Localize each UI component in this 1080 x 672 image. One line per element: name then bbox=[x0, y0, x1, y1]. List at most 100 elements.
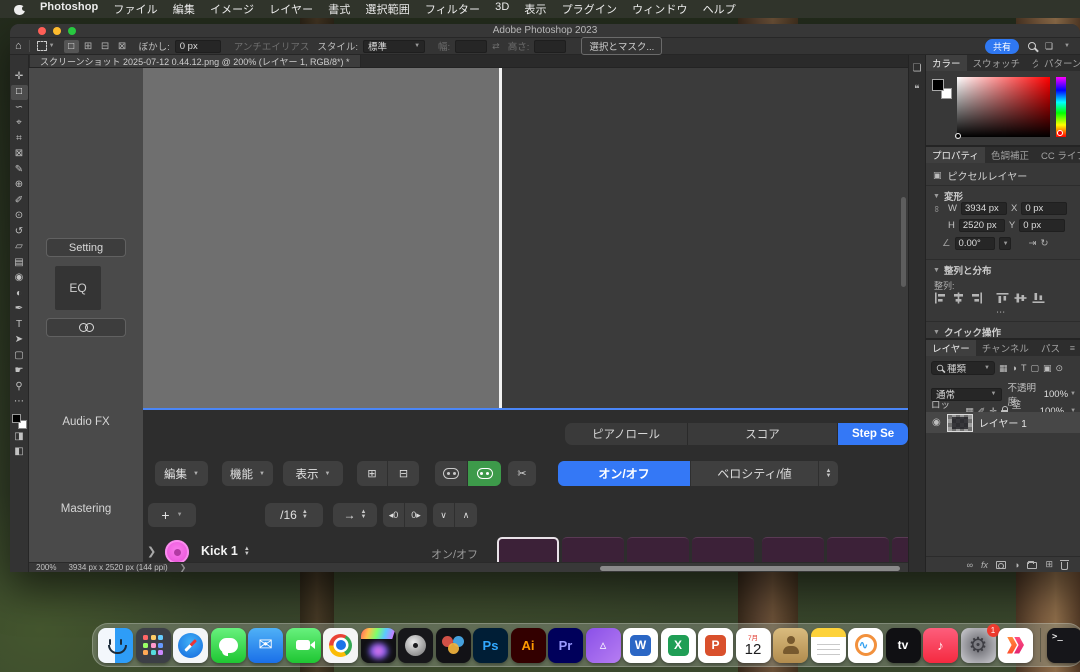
crop-tool[interactable]: ⌗ bbox=[11, 131, 28, 147]
foreground-background-colors[interactable] bbox=[12, 414, 27, 429]
dock-playgrounds[interactable] bbox=[848, 628, 883, 663]
height-value[interactable]: 2520 px bbox=[959, 219, 1005, 232]
step-cell-7[interactable] bbox=[892, 537, 908, 562]
dock-affinity-photo[interactable]: ▵ bbox=[586, 628, 621, 663]
step-cell-5[interactable] bbox=[762, 537, 824, 562]
dock-photoshop[interactable]: Ps bbox=[473, 628, 508, 663]
angle-dropdown[interactable]: ▼ bbox=[999, 237, 1011, 250]
dock-finder[interactable] bbox=[98, 628, 133, 663]
dock-word[interactable]: W bbox=[623, 628, 658, 663]
width-input[interactable] bbox=[455, 40, 487, 53]
dock-facetime[interactable] bbox=[286, 628, 321, 663]
eyedropper-tool[interactable]: ✎ bbox=[11, 162, 28, 178]
apple-menu-icon[interactable] bbox=[14, 3, 25, 15]
collapsed-panel-icon[interactable]: ❏ bbox=[913, 63, 922, 74]
dodge-tool[interactable]: ◐ bbox=[11, 286, 28, 302]
dock-powerpoint[interactable]: P bbox=[698, 628, 733, 663]
shape-tool[interactable]: ▢ bbox=[11, 348, 28, 364]
new-group-icon[interactable] bbox=[1027, 562, 1037, 569]
dock-final-cut-pro[interactable] bbox=[361, 628, 396, 663]
add-mask-icon[interactable] bbox=[996, 561, 1006, 569]
width-value[interactable]: 3934 px bbox=[961, 202, 1007, 215]
tab-swatches[interactable]: スウォッチ bbox=[967, 55, 1027, 71]
move-tool[interactable]: ✛ bbox=[11, 69, 28, 85]
marquee-tool-icon[interactable] bbox=[37, 41, 47, 51]
link-layers-icon[interactable]: ∞ bbox=[967, 560, 973, 570]
quick-actions-header[interactable]: ▼クイック操作 bbox=[926, 325, 1080, 339]
align-right-icon[interactable] bbox=[970, 292, 983, 304]
adjustment-layer-icon[interactable]: ◑ bbox=[1014, 560, 1019, 570]
marquee-tool[interactable]: □ bbox=[11, 85, 28, 101]
tab-patterns[interactable]: パターン bbox=[1038, 55, 1080, 71]
color-marker[interactable] bbox=[955, 133, 961, 139]
foreground-color-swatch[interactable] bbox=[12, 414, 21, 423]
hand-tool[interactable]: ☛ bbox=[11, 364, 28, 380]
dock-contacts[interactable] bbox=[773, 628, 808, 663]
new-selection-button[interactable]: □ bbox=[64, 40, 79, 53]
menubar-item-9[interactable]: 表示 bbox=[524, 1, 546, 17]
object-selection-tool[interactable]: ⌖ bbox=[11, 116, 28, 132]
tab-adjustments[interactable]: 色調補正 bbox=[985, 147, 1035, 163]
share-button[interactable]: 共有 bbox=[985, 39, 1019, 54]
step-cell-4[interactable] bbox=[692, 537, 754, 562]
flip-icon[interactable]: ⇥ bbox=[1029, 238, 1037, 249]
dock-system-settings[interactable]: ⚙1 bbox=[961, 628, 996, 663]
filter-pixel-icon[interactable]: ▦ bbox=[999, 363, 1008, 374]
align-bottom-icon[interactable] bbox=[1032, 292, 1045, 304]
align-center-h-icon[interactable] bbox=[952, 292, 965, 304]
dock-notes[interactable] bbox=[811, 628, 846, 663]
menubar-item-2[interactable]: 編集 bbox=[173, 1, 195, 17]
rotate-icon[interactable]: ↻ bbox=[1041, 238, 1049, 249]
visibility-eye-icon[interactable]: ◉ bbox=[932, 417, 941, 428]
align-left-icon[interactable] bbox=[934, 292, 947, 304]
tab-properties[interactable]: プロパティ bbox=[926, 147, 985, 163]
dock-compressor[interactable] bbox=[398, 628, 433, 663]
saturation-brightness-field[interactable] bbox=[957, 77, 1050, 137]
dock-davinci-resolve[interactable] bbox=[436, 628, 471, 663]
filter-smart-object-icon[interactable]: ▣ bbox=[1043, 363, 1052, 374]
filter-type-icon[interactable]: T bbox=[1021, 363, 1027, 373]
pen-tool[interactable]: ✒ bbox=[11, 302, 28, 318]
align-top-icon[interactable] bbox=[996, 292, 1009, 304]
status-chevron-icon[interactable]: ❯ bbox=[180, 563, 187, 572]
menubar-item-10[interactable]: プラグイン bbox=[562, 1, 618, 17]
menubar-item-3[interactable]: イメージ bbox=[210, 1, 254, 17]
hue-slider[interactable] bbox=[1056, 77, 1066, 137]
step-cell-6[interactable] bbox=[827, 537, 889, 562]
canvas-horizontal-scrollbar[interactable] bbox=[600, 566, 900, 571]
x-value[interactable]: 0 px bbox=[1021, 202, 1067, 215]
panel-menu-icon[interactable]: ≡ bbox=[1070, 343, 1080, 353]
screen-mode-button[interactable]: ◧ bbox=[11, 445, 28, 461]
menubar-item-7[interactable]: フィルター bbox=[425, 1, 480, 17]
path-selection-tool[interactable]: ➤ bbox=[11, 333, 28, 349]
dock-chrome[interactable] bbox=[323, 628, 358, 663]
dock-terminal[interactable]: >_ bbox=[1047, 628, 1080, 663]
type-tool[interactable]: T bbox=[11, 317, 28, 333]
layer-name[interactable]: レイヤー 1 bbox=[979, 415, 1027, 430]
dock-mail[interactable]: ✉ bbox=[248, 628, 283, 663]
align-section-header[interactable]: ▼整列と分布 bbox=[926, 263, 1080, 277]
intersect-selection-button[interactable]: ⊠ bbox=[115, 40, 130, 53]
dock-apple-tv[interactable]: tv bbox=[886, 628, 921, 663]
subtract-selection-button[interactable]: ⊟ bbox=[98, 40, 113, 53]
edit-toolbar-button[interactable]: ⋯ bbox=[11, 395, 28, 411]
dock-illustrator[interactable]: Ai bbox=[511, 628, 546, 663]
filter-adjustment-icon[interactable]: ◑ bbox=[1012, 363, 1017, 373]
home-icon[interactable]: ⌂ bbox=[15, 41, 22, 52]
menubar-item-4[interactable]: レイヤー bbox=[269, 1, 313, 17]
menubar-item-6[interactable]: 選択範囲 bbox=[365, 1, 409, 17]
step-cell-3[interactable] bbox=[627, 537, 689, 562]
menubar-item-0[interactable]: Photoshop bbox=[40, 1, 98, 17]
style-dropdown[interactable]: 標準▼ bbox=[363, 40, 425, 53]
tab-channels[interactable]: チャンネル bbox=[976, 340, 1035, 356]
layer-style-icon[interactable]: fx bbox=[981, 560, 988, 570]
add-selection-button[interactable]: ⊞ bbox=[81, 40, 96, 53]
feather-input[interactable]: 0 px bbox=[175, 40, 221, 53]
menubar-item-1[interactable]: ファイル bbox=[113, 1, 157, 17]
document-canvas[interactable]: Setting EQ Audio FX Mastering ピアノロール スコア… bbox=[29, 68, 908, 562]
tab-layers[interactable]: レイヤー bbox=[926, 340, 976, 356]
quick-mask-button[interactable]: ◨ bbox=[11, 429, 28, 445]
tab-gradients[interactable]: グラデーション bbox=[1026, 55, 1038, 71]
menubar-item-11[interactable]: ウィンドウ bbox=[632, 1, 688, 17]
dock-filmora[interactable] bbox=[998, 628, 1033, 663]
